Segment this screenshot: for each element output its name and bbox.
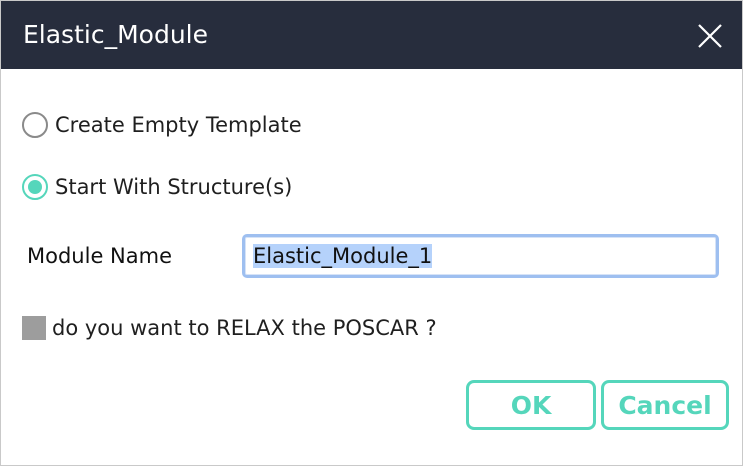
create-empty-template-radio[interactable] (22, 112, 48, 138)
ok-button[interactable]: OK (466, 380, 596, 430)
create-empty-template-label: Create Empty Template (55, 113, 302, 137)
close-button[interactable] (695, 21, 725, 51)
elastic-module-dialog: Elastic_Module Create Empty Template Sta… (0, 0, 743, 466)
module-name-input[interactable] (242, 234, 719, 278)
start-with-structure-radio[interactable] (22, 174, 48, 200)
relax-poscar-option[interactable]: do you want to RELAX the POSCAR ? (22, 314, 437, 342)
start-with-structure-label: Start With Structure(s) (55, 175, 293, 199)
cancel-button[interactable]: Cancel (601, 380, 729, 430)
relax-poscar-checkbox[interactable] (22, 316, 46, 340)
create-empty-template-option[interactable]: Create Empty Template (22, 110, 302, 140)
dialog-title: Elastic_Module (23, 20, 208, 49)
start-with-structure-option[interactable]: Start With Structure(s) (22, 172, 292, 202)
relax-poscar-label: do you want to RELAX the POSCAR ? (52, 316, 437, 340)
close-icon (698, 24, 722, 48)
title-bar: Elastic_Module (1, 1, 742, 69)
module-name-label: Module Name (27, 244, 172, 268)
